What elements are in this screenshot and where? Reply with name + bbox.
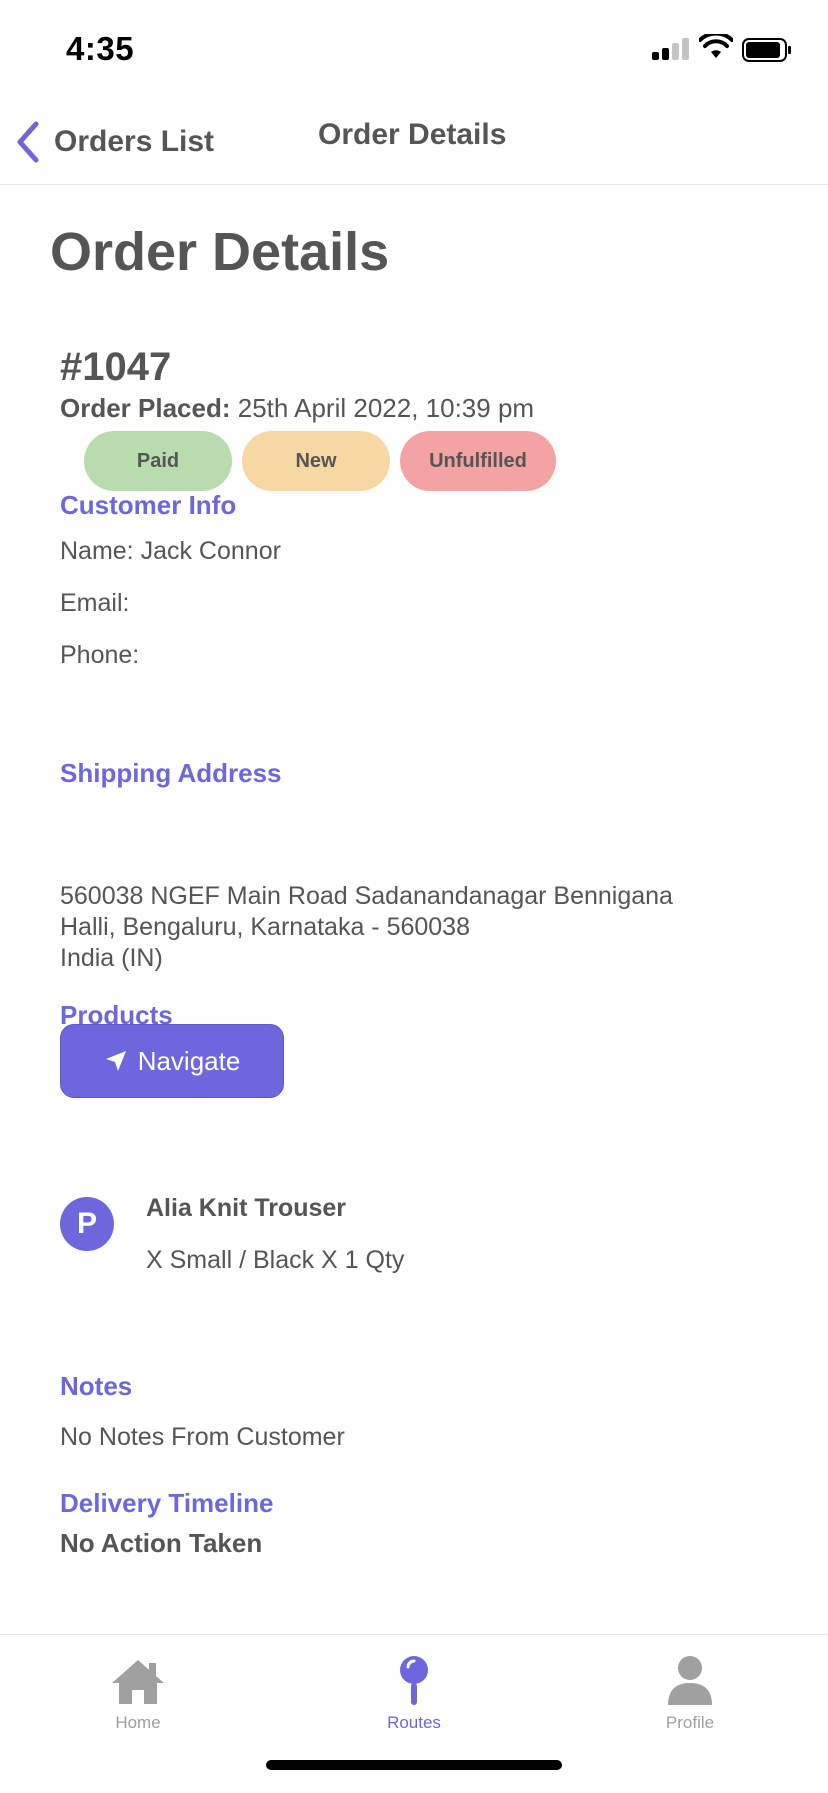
notes-heading: Notes [60, 1371, 133, 1401]
status-bar: 4:35 [0, 0, 828, 100]
tab-home-label: Home [115, 1713, 161, 1732]
status-badges: Paid New Unfulfilled [84, 431, 556, 491]
user-icon [667, 1643, 713, 1707]
tab-routes-label: Routes [387, 1713, 441, 1732]
notes-text: No Notes From Customer [60, 1423, 345, 1451]
order-placed-label: Order Placed: [60, 393, 231, 423]
navigation-bar: Orders List Order Details [0, 100, 828, 185]
products-heading: Products [60, 1000, 173, 1030]
navigate-label: Navigate [137, 1045, 241, 1076]
product-name: Alia Knit Trouser [146, 1194, 347, 1222]
map-pin-icon [398, 1643, 430, 1707]
home-indicator [266, 1760, 562, 1770]
battery-icon [742, 38, 791, 62]
customer-phone: Phone: [60, 641, 140, 669]
tab-routes[interactable]: Routes [334, 1643, 494, 1753]
customer-info-heading: Customer Info [60, 490, 237, 520]
shipping-address-heading: Shipping Address [60, 758, 282, 788]
home-icon [109, 1643, 167, 1707]
customer-name: Name: Jack Connor [60, 537, 281, 565]
tab-profile[interactable]: Profile [610, 1643, 770, 1753]
status-time: 4:35 [66, 30, 135, 67]
delivery-timeline-status: No Action Taken [60, 1528, 263, 1558]
chevron-left-icon [17, 121, 39, 163]
back-button[interactable]: Orders List [14, 116, 214, 168]
signal-icon [652, 38, 690, 60]
order-placed-value: 25th April 2022, 10:39 pm [230, 393, 535, 423]
page-title: Order Details [50, 222, 390, 282]
navigate-button[interactable]: Navigate [60, 1024, 284, 1098]
order-number: #1047 [60, 345, 172, 389]
unfulfilled-badge: Unfulfilled [400, 431, 556, 491]
order-placed: Order Placed: 25th April 2022, 10:39 pm [60, 393, 534, 424]
order-details-content[interactable]: Order Details #1047 Order Placed: 25th A… [0, 185, 828, 1633]
paid-badge: Paid [84, 431, 232, 491]
shipping-address: 560038 NGEF Main Road Sadanandanagar Ben… [60, 882, 673, 972]
wifi-icon [699, 34, 733, 58]
new-badge: New [242, 431, 390, 491]
delivery-timeline-heading: Delivery Timeline [60, 1488, 274, 1518]
customer-email: Email: [60, 589, 130, 617]
nav-title: Order Details [318, 118, 507, 151]
location-arrow-icon [105, 1051, 126, 1071]
product-variant: X Small / Black X 1 Qty [146, 1246, 405, 1274]
product-avatar: P [60, 1197, 114, 1251]
tab-home[interactable]: Home [58, 1643, 218, 1753]
back-label: Orders List [54, 125, 215, 158]
app-screen: 4:35 Orders List Order Details Order Det… [0, 0, 828, 1793]
tab-profile-label: Profile [665, 1713, 715, 1732]
